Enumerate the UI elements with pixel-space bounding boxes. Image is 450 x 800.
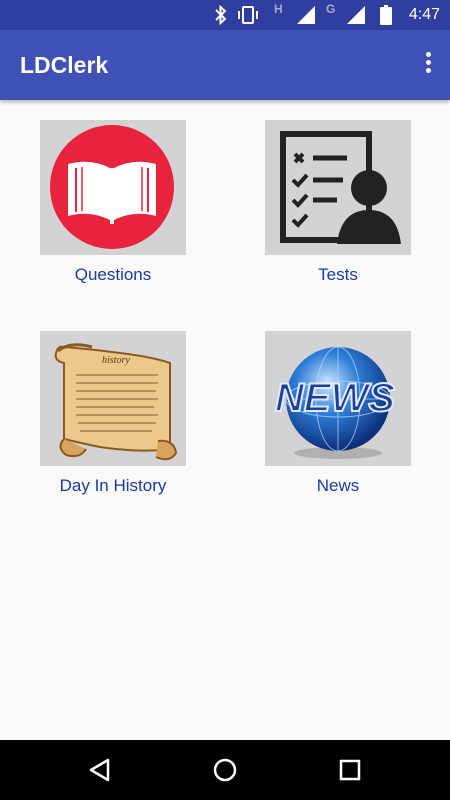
open-book-icon	[50, 125, 174, 249]
news-text: NEWS	[275, 376, 395, 420]
status-time: 4:47	[408, 6, 440, 23]
tile-label-questions[interactable]: Questions	[40, 265, 186, 285]
overflow-menu-icon[interactable]	[422, 52, 434, 78]
signal-icon	[297, 6, 315, 24]
tests-image[interactable]	[265, 120, 411, 255]
tile-day-in-history[interactable]: history Day In History	[40, 331, 186, 496]
recents-icon[interactable]	[335, 755, 365, 785]
battery-icon	[380, 5, 392, 25]
tile-news[interactable]: NEWS News	[265, 331, 411, 496]
checklist-person-icon	[280, 131, 401, 244]
tile-label-day-in-history[interactable]: Day In History	[40, 476, 186, 496]
network-type-h: H	[274, 2, 283, 16]
status-bar: H G 4:47	[0, 0, 450, 30]
app-title: LDClerk	[20, 52, 109, 78]
news-image[interactable]: NEWS	[265, 331, 411, 466]
news-globe-icon: NEWS	[274, 346, 396, 459]
home-icon[interactable]	[210, 755, 240, 785]
bluetooth-icon	[215, 5, 227, 25]
back-icon[interactable]	[86, 755, 116, 785]
scroll-icon: history	[54, 343, 178, 461]
network-type-g: G	[326, 2, 336, 16]
signal-icon-2	[347, 6, 365, 24]
history-image[interactable]: history	[40, 331, 186, 466]
questions-image[interactable]	[40, 120, 186, 255]
scroll-title-text: history	[102, 355, 130, 366]
navigation-bar	[0, 740, 450, 800]
tile-label-news[interactable]: News	[265, 476, 411, 496]
tile-tests[interactable]: Tests	[265, 120, 411, 285]
tile-questions[interactable]: Questions	[40, 120, 186, 285]
tile-label-tests[interactable]: Tests	[265, 265, 411, 285]
app-bar: LDClerk	[0, 30, 450, 100]
vibrate-icon	[238, 6, 258, 24]
